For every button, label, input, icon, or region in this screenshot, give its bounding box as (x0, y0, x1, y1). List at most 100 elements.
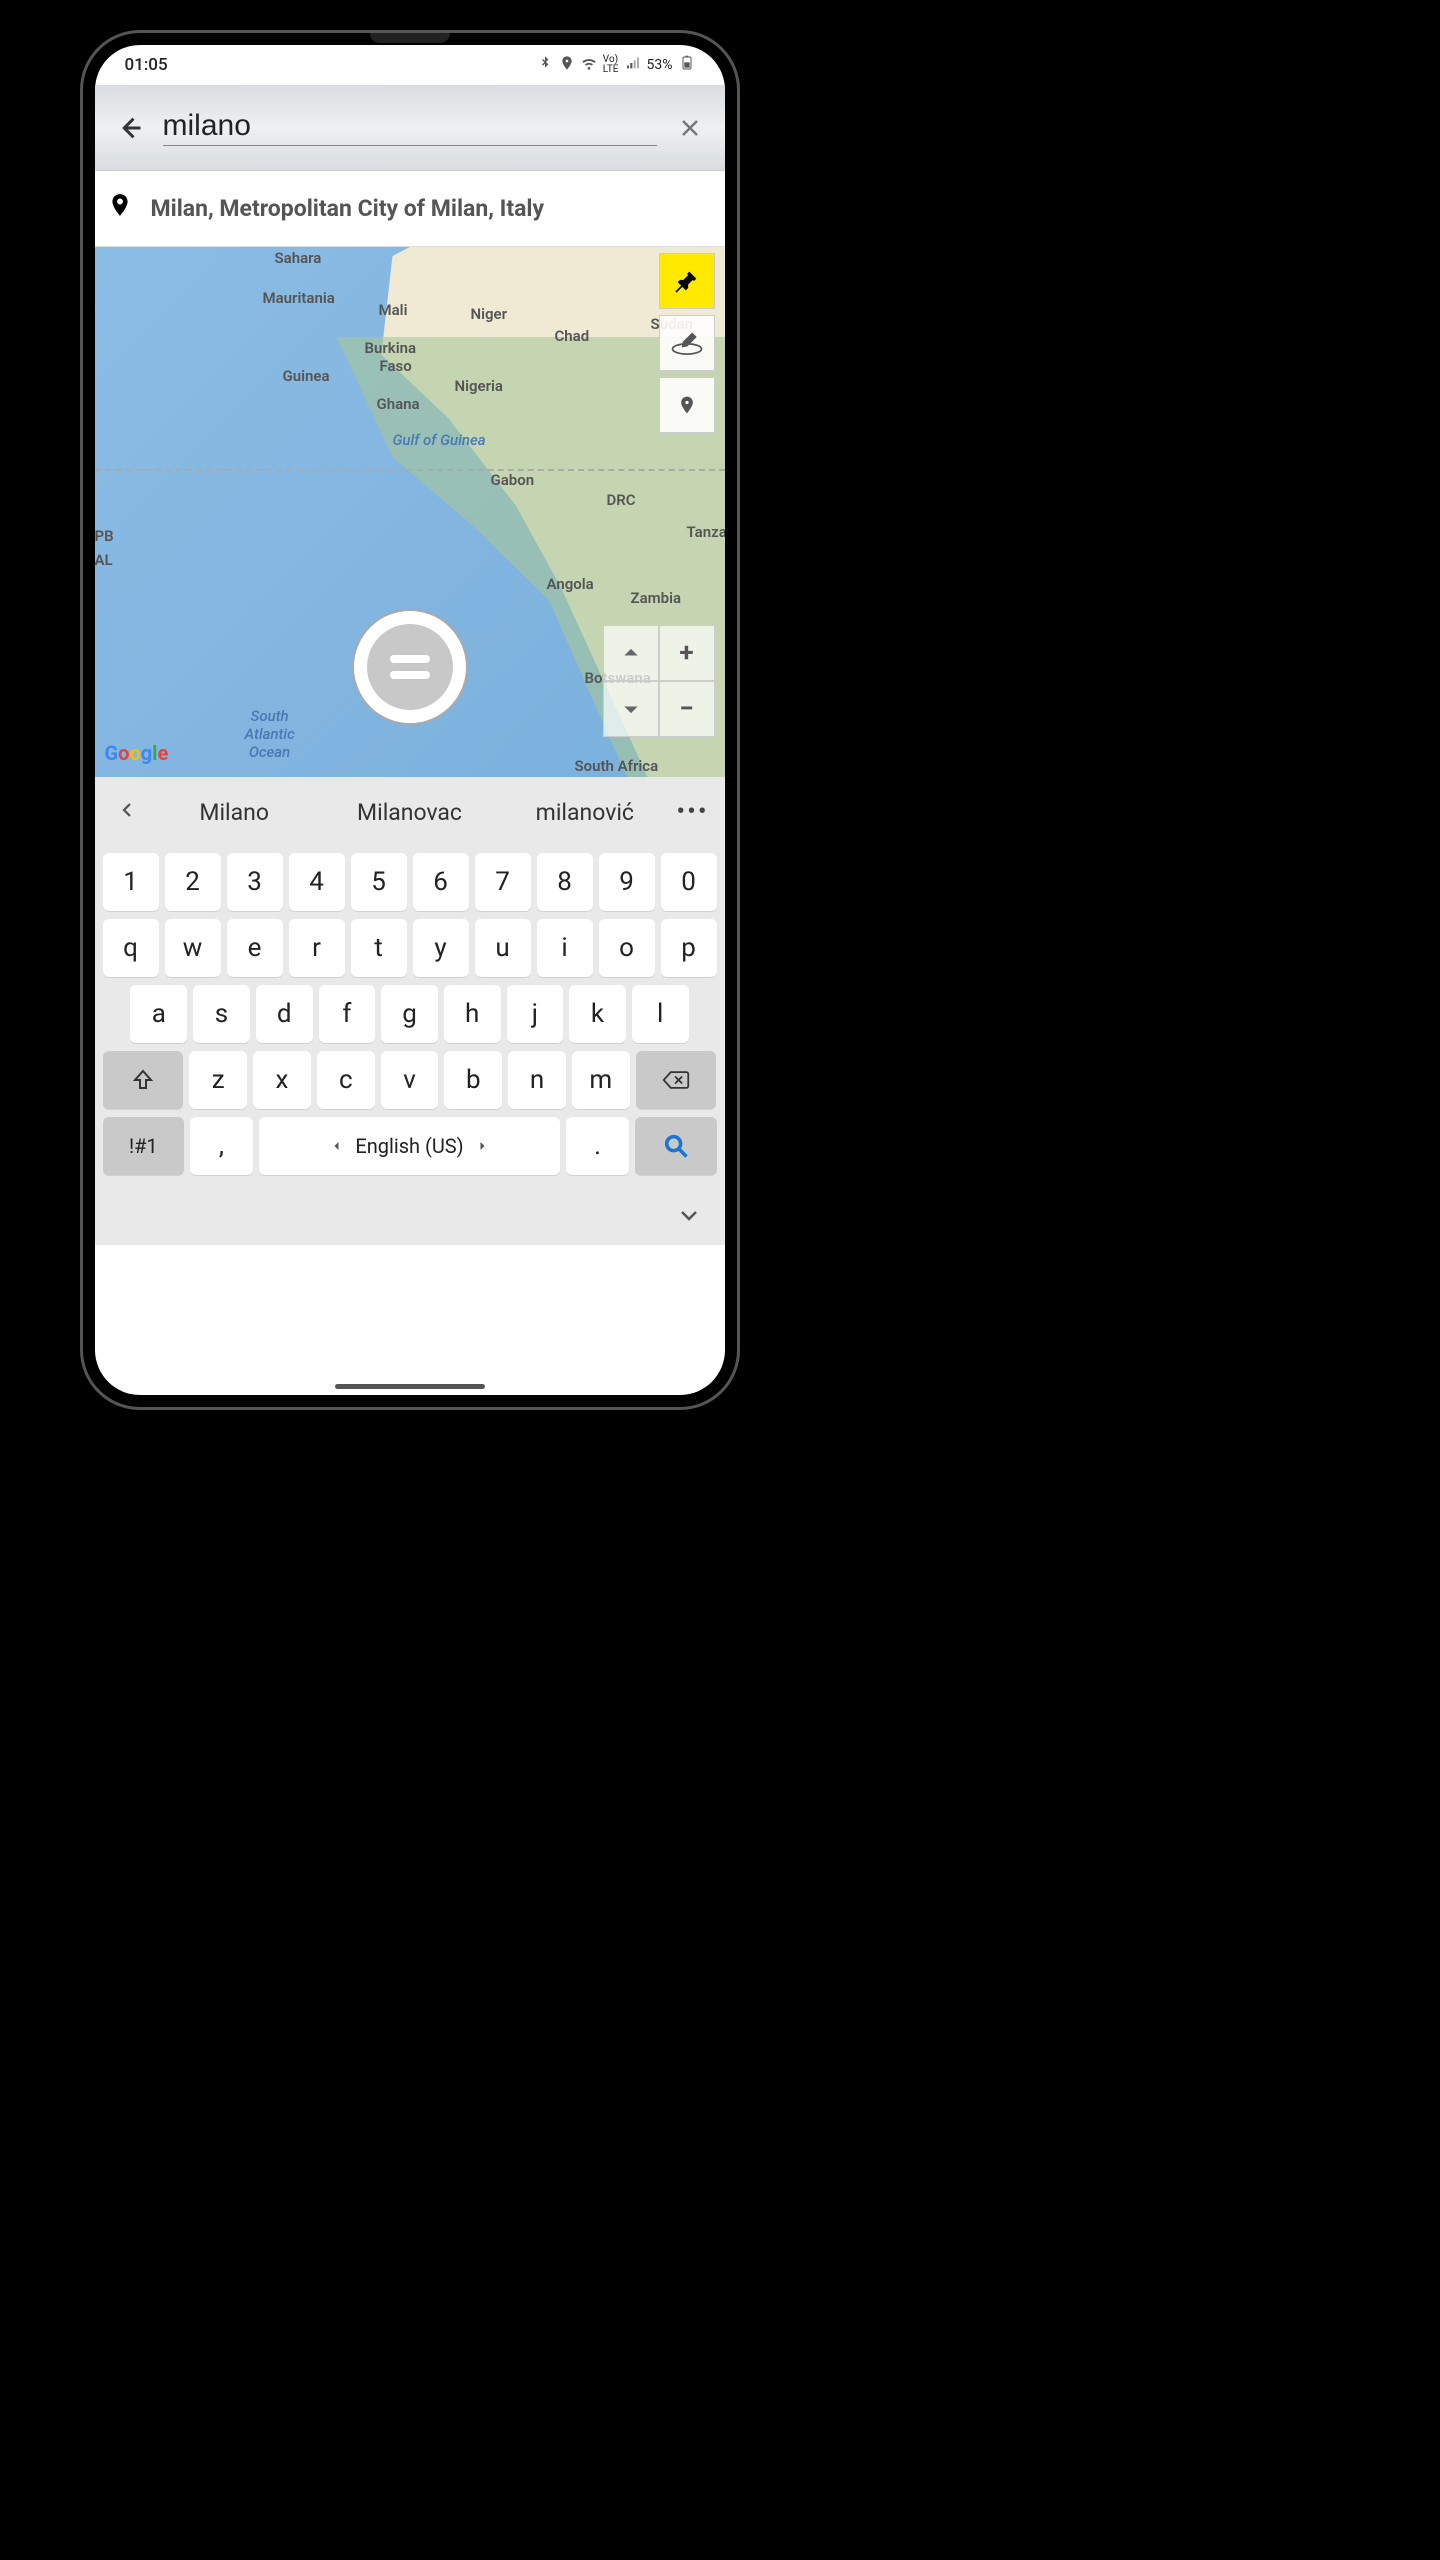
key-search[interactable] (635, 1117, 717, 1175)
draw-button[interactable] (659, 315, 715, 371)
pin-toggle-button[interactable] (659, 253, 715, 309)
map-label: Niger (471, 305, 508, 323)
bluetooth-icon (537, 55, 553, 75)
key-4[interactable]: 4 (289, 853, 345, 911)
key-e[interactable]: e (227, 919, 283, 977)
key-f[interactable]: f (319, 985, 376, 1043)
map-label: Chad (555, 327, 590, 345)
key-comma[interactable]: , (190, 1117, 253, 1175)
key-p[interactable]: p (661, 919, 717, 977)
back-button[interactable] (105, 103, 155, 153)
search-input[interactable] (163, 109, 657, 146)
kb-suggestion-2[interactable]: Milanovac (322, 799, 497, 826)
map-label: Zambia (631, 589, 682, 607)
key-9[interactable]: 9 (599, 853, 655, 911)
key-symbols[interactable]: !#1 (103, 1117, 185, 1175)
key-c[interactable]: c (317, 1051, 375, 1109)
pin-icon (107, 188, 133, 229)
map-label: Nigeria (455, 377, 503, 395)
key-t[interactable]: t (351, 919, 407, 977)
pan-down-button[interactable] (603, 681, 659, 737)
home-indicator[interactable] (335, 1384, 485, 1389)
map-label: PB (95, 527, 114, 545)
center-drag-handle[interactable] (352, 609, 468, 725)
key-7[interactable]: 7 (475, 853, 531, 911)
map-label: Gulf of Guinea (393, 431, 486, 449)
key-2[interactable]: 2 (165, 853, 221, 911)
signal-icon (625, 55, 641, 75)
key-u[interactable]: u (475, 919, 531, 977)
zoom-out-button[interactable]: − (659, 681, 715, 737)
key-h[interactable]: h (444, 985, 501, 1043)
space-label: English (US) (355, 1134, 463, 1158)
key-5[interactable]: 5 (351, 853, 407, 911)
key-1[interactable]: 1 (103, 853, 159, 911)
map-label: AL (95, 551, 113, 569)
key-3[interactable]: 3 (227, 853, 283, 911)
key-0[interactable]: 0 (661, 853, 717, 911)
status-bar: 01:05 Vo)LTE 53% (95, 45, 725, 85)
battery-icon (679, 55, 695, 75)
map-label: Guinea (283, 367, 330, 385)
map-label: Tanza (687, 523, 725, 541)
map-label: Ghana (377, 395, 420, 413)
clear-button[interactable] (665, 103, 715, 153)
lte-icon: Vo)LTE (603, 55, 619, 75)
key-o[interactable]: o (599, 919, 655, 977)
map-view[interactable]: Sahara Mauritania Mali Niger Chad Sudan … (95, 247, 725, 777)
map-label: Angola (547, 575, 594, 593)
map-label: Sahara (275, 249, 322, 267)
key-z[interactable]: z (189, 1051, 247, 1109)
key-6[interactable]: 6 (413, 853, 469, 911)
key-x[interactable]: x (253, 1051, 311, 1109)
key-l[interactable]: l (632, 985, 689, 1043)
key-period[interactable]: . (566, 1117, 629, 1175)
pan-up-button[interactable] (603, 625, 659, 681)
keyboard-suggestion-bar: Milano Milanovac milanović ••• (95, 777, 725, 847)
key-y[interactable]: y (413, 919, 469, 977)
google-logo: Google (105, 741, 169, 765)
key-i[interactable]: i (537, 919, 593, 977)
key-s[interactable]: s (193, 985, 250, 1043)
key-8[interactable]: 8 (537, 853, 593, 911)
key-w[interactable]: w (165, 919, 221, 977)
map-label: South Atlantic Ocean (245, 707, 295, 761)
key-m[interactable]: m (572, 1051, 630, 1109)
key-d[interactable]: d (256, 985, 313, 1043)
key-k[interactable]: k (569, 985, 626, 1043)
wifi-icon (581, 55, 597, 75)
key-n[interactable]: n (508, 1051, 566, 1109)
map-label: South Africa (575, 757, 659, 775)
status-time: 01:05 (125, 55, 168, 75)
key-v[interactable]: v (381, 1051, 439, 1109)
key-b[interactable]: b (444, 1051, 502, 1109)
marker-button[interactable] (659, 377, 715, 433)
key-r[interactable]: r (289, 919, 345, 977)
map-label: DRC (607, 491, 636, 509)
key-q[interactable]: q (103, 919, 159, 977)
key-shift[interactable] (103, 1051, 184, 1109)
map-label: Gabon (491, 471, 535, 489)
battery-text: 53% (647, 57, 673, 73)
map-label: Mauritania (263, 289, 335, 307)
kb-suggestion-back[interactable] (107, 796, 147, 829)
key-space[interactable]: English (US) (259, 1117, 560, 1175)
location-icon (559, 55, 575, 75)
map-label: Mali (379, 301, 408, 319)
collapse-keyboard-button[interactable] (677, 1203, 701, 1231)
suggestion-text: Milan, Metropolitan City of Milan, Italy (151, 195, 545, 222)
location-suggestion[interactable]: Milan, Metropolitan City of Milan, Italy (95, 171, 725, 247)
kb-suggestion-more[interactable]: ••• (672, 797, 712, 827)
map-label: Faso (380, 357, 412, 375)
keyboard: 1 2 3 4 5 6 7 8 9 0 q w e r t y u i o (95, 847, 725, 1195)
zoom-in-button[interactable]: + (659, 625, 715, 681)
search-bar (95, 85, 725, 171)
key-j[interactable]: j (507, 985, 564, 1043)
key-a[interactable]: a (130, 985, 187, 1043)
map-label: Burkina (365, 339, 417, 357)
key-backspace[interactable] (636, 1051, 717, 1109)
key-g[interactable]: g (381, 985, 438, 1043)
kb-suggestion-3[interactable]: milanović (497, 799, 672, 826)
nav-bar (95, 1195, 725, 1245)
kb-suggestion-1[interactable]: Milano (147, 799, 322, 826)
